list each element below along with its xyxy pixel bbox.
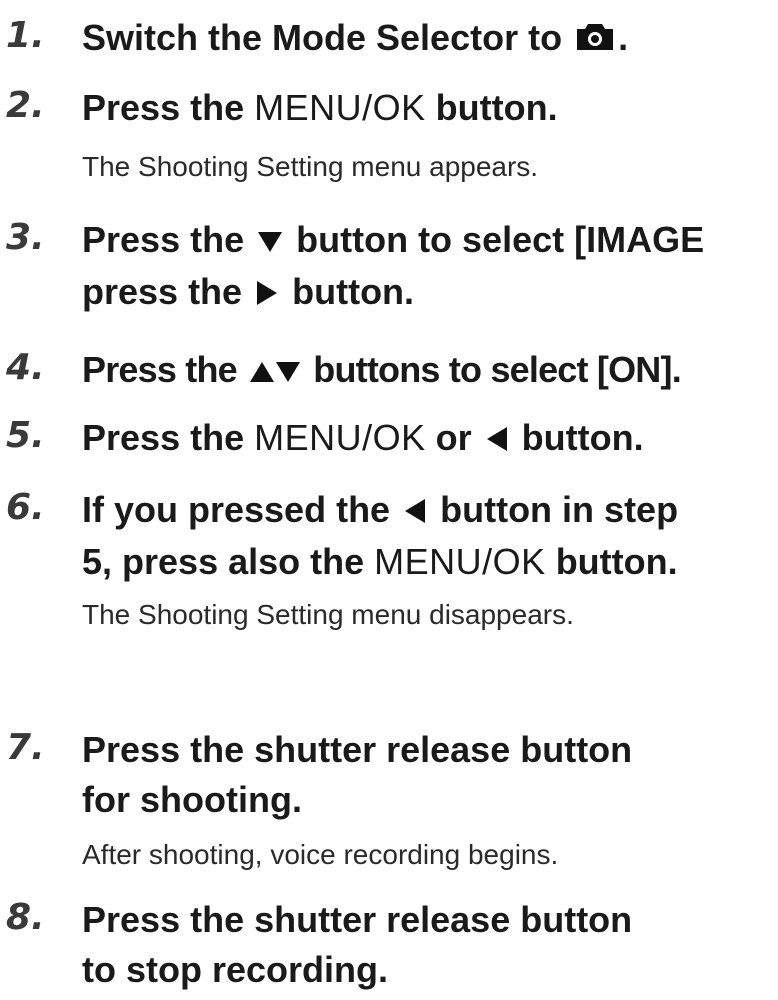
step-heading-line-1: If you pressed the button in step xyxy=(82,489,679,530)
menu-ok-label: MENU/OK xyxy=(374,541,546,582)
right-arrow-icon xyxy=(257,281,278,305)
menu-ok-label: MENU/OK xyxy=(254,87,426,128)
up-down-arrows-icon xyxy=(250,362,301,382)
step-heading: Press the MENU/OK or button. xyxy=(82,417,644,458)
left-arrow-icon xyxy=(405,499,426,523)
step-number: 1. xyxy=(6,15,45,56)
step-heading-line-2: to stop recording. xyxy=(82,949,388,990)
step-heading-line-1: Press the button to select [IMAGE xyxy=(82,219,705,260)
step-number: 6. xyxy=(6,487,45,528)
step-heading-line-1: Press the shutter release button xyxy=(82,729,633,770)
left-arrow-icon xyxy=(486,427,507,451)
step-description: After shooting, voice recording begins. xyxy=(82,839,559,870)
step-heading-line-1: Press the shutter release button xyxy=(82,899,633,940)
step-number: 7. xyxy=(6,727,45,768)
step-number: 5. xyxy=(6,415,45,456)
step-heading-line-2: for shooting. xyxy=(82,779,302,820)
menu-ok-label: MENU/OK xyxy=(254,417,426,458)
step-number: 3. xyxy=(6,217,45,258)
down-arrow-icon xyxy=(258,232,283,252)
step-heading: Press the buttons to select [ON]. xyxy=(82,349,682,390)
step-number: 4. xyxy=(6,347,45,388)
step-number: 8. xyxy=(6,897,45,938)
step-number: 2. xyxy=(6,85,45,126)
step-heading: Press the MENU/OK button. xyxy=(82,87,558,128)
step-heading-line-2: press the button. xyxy=(82,271,415,312)
step-description: The Shooting Setting menu appears. xyxy=(82,151,539,182)
step-description: The Shooting Setting menu disappears. xyxy=(82,599,574,630)
step-heading-line-2: 5, press also the MENU/OK button. xyxy=(82,541,678,582)
camera-icon xyxy=(577,24,614,50)
step-heading: Switch the Mode Selector to . xyxy=(82,17,629,58)
